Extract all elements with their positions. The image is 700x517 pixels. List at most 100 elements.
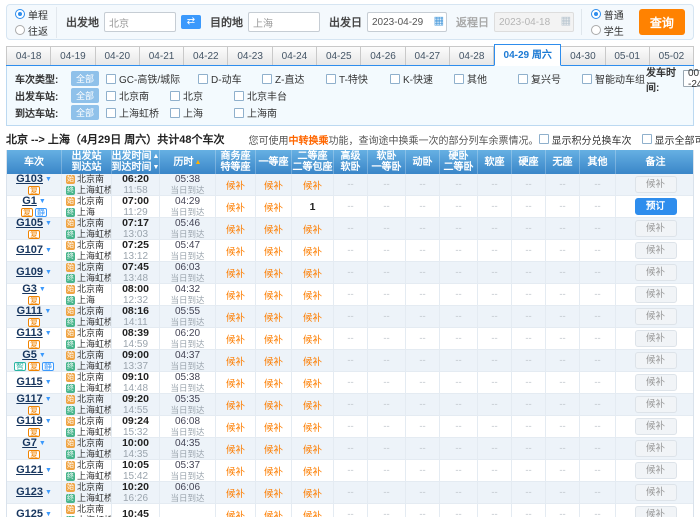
waitlist-button[interactable]: 候补 — [635, 286, 677, 303]
swap-stations-icon[interactable]: ⇄ — [181, 15, 201, 29]
waitlist-button[interactable]: 候补 — [635, 484, 677, 501]
waitlist-button[interactable]: 候补 — [635, 352, 677, 369]
calendar-icon[interactable]: ▦ — [434, 16, 444, 27]
expand-caret-icon[interactable]: ▼ — [45, 487, 52, 498]
trip-round-radio[interactable]: 往返 — [15, 23, 48, 38]
train-number-link[interactable]: G5 — [22, 350, 37, 361]
expand-caret-icon[interactable]: ▼ — [45, 328, 52, 339]
train-type-option-checkbox[interactable]: 其他 — [454, 71, 518, 86]
date-tab-05-01[interactable]: 05-01 — [606, 46, 650, 65]
expand-caret-icon[interactable]: ▼ — [39, 284, 46, 295]
trip-oneway-radio[interactable]: 单程 — [15, 7, 48, 22]
depart-station-option-checkbox[interactable]: 北京丰台 — [234, 88, 298, 103]
train-type-option-checkbox[interactable]: Z-直达 — [262, 71, 326, 86]
column-header[interactable]: 软座 — [477, 150, 511, 174]
expand-caret-icon[interactable]: ▼ — [45, 267, 52, 278]
column-header[interactable]: 出发时间▲到达时间▼ — [111, 150, 159, 174]
date-tab-04-30[interactable]: 04-30 — [561, 46, 605, 65]
expand-caret-icon[interactable]: ▼ — [45, 394, 52, 405]
expand-caret-icon[interactable]: ▼ — [45, 245, 52, 256]
expand-caret-icon[interactable]: ▼ — [44, 306, 51, 317]
transfer-link[interactable]: 中转换乘 — [289, 136, 329, 147]
train-type-option-checkbox[interactable]: 智能动车组 — [582, 71, 646, 86]
depart-time-select[interactable]: 00:00--24:00 ▼ — [683, 70, 700, 87]
train-number-link[interactable]: G111 — [17, 306, 43, 317]
train-number-link[interactable]: G115 — [16, 377, 42, 388]
passenger-normal-radio[interactable]: 普通 — [591, 7, 624, 22]
column-header[interactable]: 无座 — [545, 150, 579, 174]
waitlist-button[interactable]: 候补 — [635, 396, 677, 413]
date-tab-04-25[interactable]: 04-25 — [317, 46, 361, 65]
column-header[interactable]: 出发站到达站 — [61, 150, 111, 174]
column-header[interactable]: 二等座二等包座 — [291, 150, 333, 174]
date-tab-04-20[interactable]: 04-20 — [96, 46, 140, 65]
train-number-link[interactable]: G109 — [16, 267, 43, 278]
waitlist-button[interactable]: 候补 — [635, 440, 677, 457]
to-input[interactable] — [248, 12, 320, 32]
expand-caret-icon[interactable]: ▼ — [45, 416, 52, 427]
column-header[interactable]: 一等座 — [255, 150, 291, 174]
date-tab-05-02[interactable]: 05-02 — [650, 46, 694, 65]
column-header[interactable]: 软卧一等卧 — [367, 150, 405, 174]
expand-caret-icon[interactable]: ▼ — [45, 174, 52, 185]
date-tab-04-29 周六[interactable]: 04-29 周六 — [494, 44, 561, 66]
date-tab-04-27[interactable]: 04-27 — [406, 46, 450, 65]
arrive-station-all-button[interactable]: 全部 — [71, 105, 99, 120]
waitlist-button[interactable]: 候补 — [635, 264, 677, 281]
train-number-link[interactable]: G117 — [16, 394, 42, 405]
column-header[interactable]: 历时▲ — [159, 150, 215, 174]
train-number-link[interactable]: G125 — [16, 509, 43, 517]
expand-caret-icon[interactable]: ▼ — [39, 196, 46, 207]
train-type-option-checkbox[interactable]: 复兴号 — [518, 71, 582, 86]
waitlist-button[interactable]: 候补 — [635, 242, 677, 259]
date-tab-04-18[interactable]: 04-18 — [6, 46, 51, 65]
expand-caret-icon[interactable]: ▼ — [45, 218, 52, 229]
column-header[interactable]: 硬座 — [511, 150, 545, 174]
depart-station-option-checkbox[interactable]: 北京南 — [106, 88, 170, 103]
waitlist-button[interactable]: 候补 — [635, 506, 677, 517]
query-button[interactable]: 查询 — [639, 9, 685, 35]
train-type-all-button[interactable]: 全部 — [71, 71, 99, 86]
waitlist-button[interactable]: 候补 — [635, 330, 677, 347]
arrive-station-option-checkbox[interactable]: 上海 — [170, 105, 234, 120]
points-exchange-checkbox[interactable]: 显示积分兑换车次 — [539, 132, 632, 147]
column-header[interactable]: 动卧 — [405, 150, 439, 174]
train-number-link[interactable]: G105 — [16, 218, 43, 229]
expand-caret-icon[interactable]: ▼ — [39, 350, 46, 361]
column-header[interactable]: 硬卧二等卧 — [439, 150, 477, 174]
arrive-station-option-checkbox[interactable]: 上海虹桥 — [106, 105, 170, 120]
date-tab-04-19[interactable]: 04-19 — [51, 46, 95, 65]
arrive-station-option-checkbox[interactable]: 上海南 — [234, 105, 298, 120]
date-tab-04-24[interactable]: 04-24 — [273, 46, 317, 65]
train-number-link[interactable]: G107 — [16, 245, 43, 256]
train-number-link[interactable]: G3 — [22, 284, 37, 295]
show-bookable-checkbox[interactable]: 显示全部可预订车次 — [642, 132, 700, 147]
train-type-option-checkbox[interactable]: D-动车 — [198, 71, 262, 86]
waitlist-button[interactable]: 候补 — [635, 418, 677, 435]
depart-station-option-checkbox[interactable]: 北京 — [170, 88, 234, 103]
date-tab-04-26[interactable]: 04-26 — [361, 46, 405, 65]
train-number-link[interactable]: G121 — [16, 465, 43, 476]
expand-caret-icon[interactable]: ▼ — [45, 465, 52, 476]
passenger-student-radio[interactable]: 学生 — [591, 23, 624, 38]
column-header[interactable]: 商务座特等座 — [215, 150, 255, 174]
waitlist-button[interactable]: 候补 — [635, 374, 677, 391]
column-header[interactable]: 高级软卧 — [333, 150, 367, 174]
train-number-link[interactable]: G1 — [22, 196, 37, 207]
train-type-option-checkbox[interactable]: T-特快 — [326, 71, 390, 86]
date-tab-04-22[interactable]: 04-22 — [184, 46, 228, 65]
date-tab-04-28[interactable]: 04-28 — [450, 46, 494, 65]
date-tab-04-23[interactable]: 04-23 — [228, 46, 272, 65]
column-header[interactable]: 备注 — [615, 150, 695, 174]
expand-caret-icon[interactable]: ▼ — [39, 438, 46, 449]
expand-caret-icon[interactable]: ▼ — [45, 377, 52, 388]
book-button[interactable]: 预订 — [635, 198, 677, 215]
train-type-option-checkbox[interactable]: GC-高铁/城际 — [106, 71, 198, 86]
train-type-option-checkbox[interactable]: K-快速 — [390, 71, 454, 86]
date-tab-04-21[interactable]: 04-21 — [140, 46, 184, 65]
train-number-link[interactable]: G123 — [16, 487, 43, 498]
expand-caret-icon[interactable]: ▼ — [45, 509, 52, 517]
waitlist-button[interactable]: 候补 — [635, 462, 677, 479]
column-header[interactable]: 车次 — [7, 150, 61, 174]
waitlist-button[interactable]: 候补 — [635, 220, 677, 237]
